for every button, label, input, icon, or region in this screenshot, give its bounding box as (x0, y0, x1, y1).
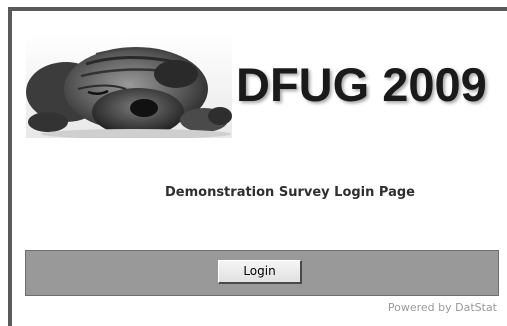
frame-top-border (8, 7, 507, 11)
frame-left-border (8, 7, 12, 326)
login-panel: Login (25, 250, 499, 296)
powered-by-footer: Powered by DatStat (387, 301, 497, 314)
page-frame: DFUG 2009 Demonstration Survey Login Pag… (0, 0, 507, 326)
dog-header-image (26, 34, 232, 138)
event-title: DFUG 2009 (236, 58, 487, 111)
login-button[interactable]: Login (218, 260, 302, 284)
page-title: Demonstration Survey Login Page (164, 185, 415, 200)
